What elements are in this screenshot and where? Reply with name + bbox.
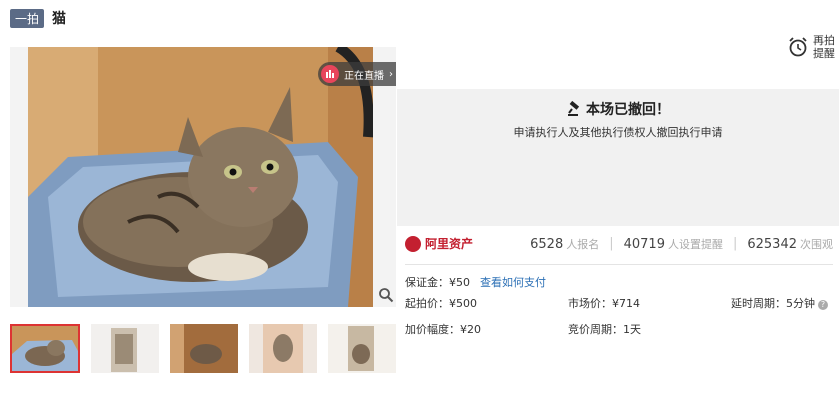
thumbnail-4[interactable]: [249, 324, 317, 373]
brand-name: 阿里资产: [425, 237, 474, 251]
start-price: 起拍价：¥500: [405, 297, 477, 310]
auction-details: 起拍价：¥500 市场价：¥714 延时周期：5分钟? 加价幅度：¥20 竞价周…: [405, 295, 833, 337]
stat-views: 625342 次围观: [747, 236, 833, 252]
thumbnail-1[interactable]: [10, 324, 80, 373]
item-title: 猫: [52, 11, 67, 27]
main-photo[interactable]: [10, 47, 396, 307]
withdrawn-subtitle: 申请执行人及其他执行债权人撤回执行申请: [513, 126, 723, 139]
rebid-reminder-button[interactable]: 再拍 提醒: [787, 34, 835, 60]
thumbnail-3[interactable]: [170, 324, 238, 373]
withdrawn-notice: 本场已撤回！ 申请执行人及其他执行债权人撤回执行申请: [397, 89, 839, 226]
divider: [405, 264, 833, 265]
stat-reminders: 40719 人设置提醒: [623, 236, 723, 252]
withdrawn-title: 本场已撤回！: [586, 102, 670, 118]
delay-period: 延时周期：5分钟?: [731, 295, 833, 311]
auction-type-badge: 一拍: [10, 8, 45, 28]
question-icon[interactable]: ?: [818, 300, 828, 310]
brand-stats-row: 阿里资产 6528 人报名 | 40719 人设置提醒 | 625342 次围观: [405, 235, 833, 252]
thumbnail-5[interactable]: [328, 324, 396, 373]
reminder-line2: 提醒: [813, 47, 835, 60]
deposit-label: 保证金：¥50: [405, 276, 470, 289]
reminder-line1: 再拍: [813, 34, 835, 47]
how-to-pay-link[interactable]: 查看如何支付: [480, 274, 546, 290]
thumbnail-strip: [10, 324, 396, 373]
bid-cycle: 竞价周期：1天: [568, 323, 641, 336]
live-label: 正在直播: [344, 70, 384, 82]
magnifier-icon[interactable]: [378, 287, 394, 303]
auction-header: 一拍 猫: [10, 8, 66, 28]
bid-increment: 加价幅度：¥20: [405, 323, 481, 336]
ali-asset-logo-icon: [405, 235, 421, 252]
live-bars-icon: [321, 65, 339, 83]
gavel-icon: [568, 101, 580, 116]
alarm-clock-icon: [789, 37, 807, 57]
stat-signups: 6528 人报名: [530, 236, 600, 252]
thumbnail-2[interactable]: [91, 324, 159, 373]
live-arrow: ›: [389, 68, 393, 80]
stats: 6528 人报名 | 40719 人设置提醒 | 625342 次围观: [530, 235, 833, 252]
brand-logo[interactable]: 阿里资产: [405, 235, 473, 252]
live-stream-badge[interactable]: 正在直播 ›: [318, 62, 396, 86]
market-price: 市场价：¥714: [568, 297, 640, 310]
deposit-row: 保证金：¥50 查看如何支付: [405, 274, 546, 290]
cat-photo: [28, 47, 373, 307]
